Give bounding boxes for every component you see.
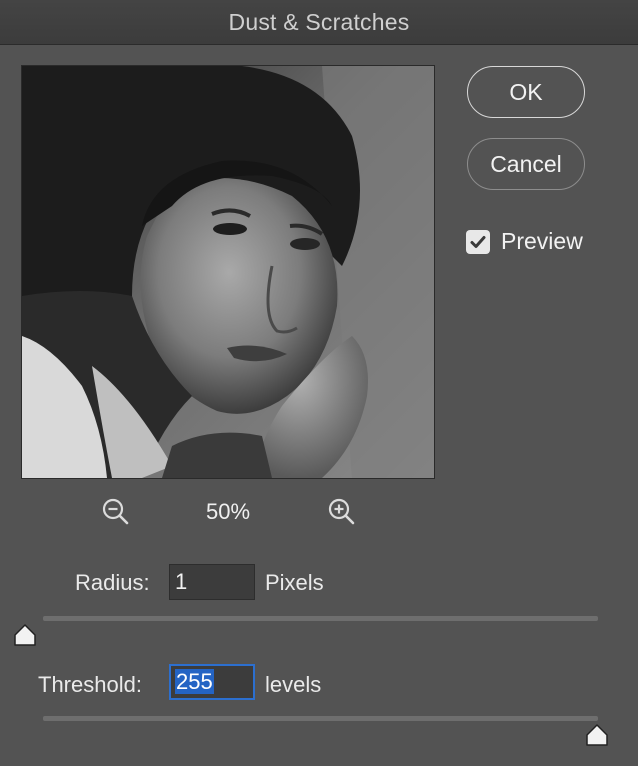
cancel-button[interactable]: Cancel xyxy=(467,138,585,190)
zoom-in-icon[interactable] xyxy=(327,497,357,527)
preview-checkbox[interactable] xyxy=(466,230,490,254)
zoom-out-icon[interactable] xyxy=(101,497,131,527)
threshold-value: 255 xyxy=(175,669,214,694)
portrait-photo xyxy=(22,66,434,478)
radius-unit: Pixels xyxy=(265,570,324,595)
zoom-level: 50% xyxy=(205,499,251,524)
image-preview[interactable] xyxy=(21,65,435,479)
checkmark-icon xyxy=(470,236,486,248)
threshold-unit: levels xyxy=(265,672,322,697)
threshold-slider-track[interactable] xyxy=(43,716,598,721)
preview-label[interactable]: Preview xyxy=(501,228,583,255)
radius-label: Radius: xyxy=(75,570,150,595)
ok-button[interactable]: OK xyxy=(467,66,585,118)
dialog-title: Dust & Scratches xyxy=(0,0,638,45)
radius-input[interactable]: 1 xyxy=(169,564,255,600)
radius-slider-track[interactable] xyxy=(43,616,598,621)
threshold-label: Threshold: xyxy=(38,672,142,697)
threshold-slider-thumb[interactable] xyxy=(584,723,610,747)
threshold-input[interactable]: 255 xyxy=(169,664,255,700)
radius-slider-thumb[interactable] xyxy=(12,623,38,647)
